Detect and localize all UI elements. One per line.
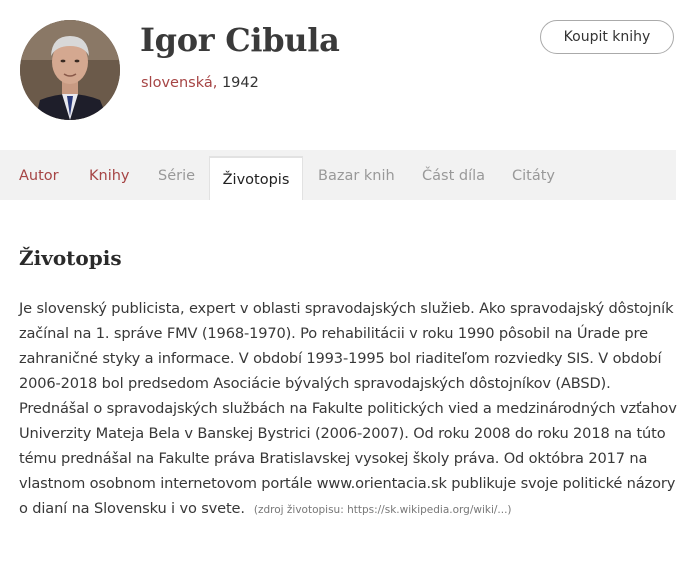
author-nationality-link[interactable]: slovenská [141,75,213,91]
tab-book-bazaar[interactable]: Bazar knih [318,150,395,200]
tab-biography[interactable]: Životopis [209,156,303,200]
tab-quotes[interactable]: Citáty [512,150,555,200]
author-header: Igor Cibula slovenská, 1942 Koupit knihy [0,0,694,150]
buy-books-button[interactable]: Koupit knihy [540,20,674,54]
author-birth-year: 1942 [221,75,259,91]
meta-separator: , [212,75,218,91]
tab-work-part[interactable]: Část díla [422,150,485,200]
author-avatar [20,20,120,120]
tab-series[interactable]: Série [158,150,195,200]
biography-body: Je slovenský publicista, expert v oblast… [19,300,677,517]
author-meta: slovenská, 1942 [141,73,259,93]
biography-title: Životopis [19,246,122,270]
tab-books[interactable]: Knihy [89,150,130,200]
biography-text: Je slovenský publicista, expert v oblast… [19,296,679,523]
tab-author[interactable]: Autor [19,150,59,200]
biography-source: (zdroj životopisu: https://sk.wikipedia.… [253,504,512,516]
author-tabs: Autor Knihy Série Životopis Bazar knih Č… [0,150,676,200]
author-name: Igor Cibula [140,21,340,59]
